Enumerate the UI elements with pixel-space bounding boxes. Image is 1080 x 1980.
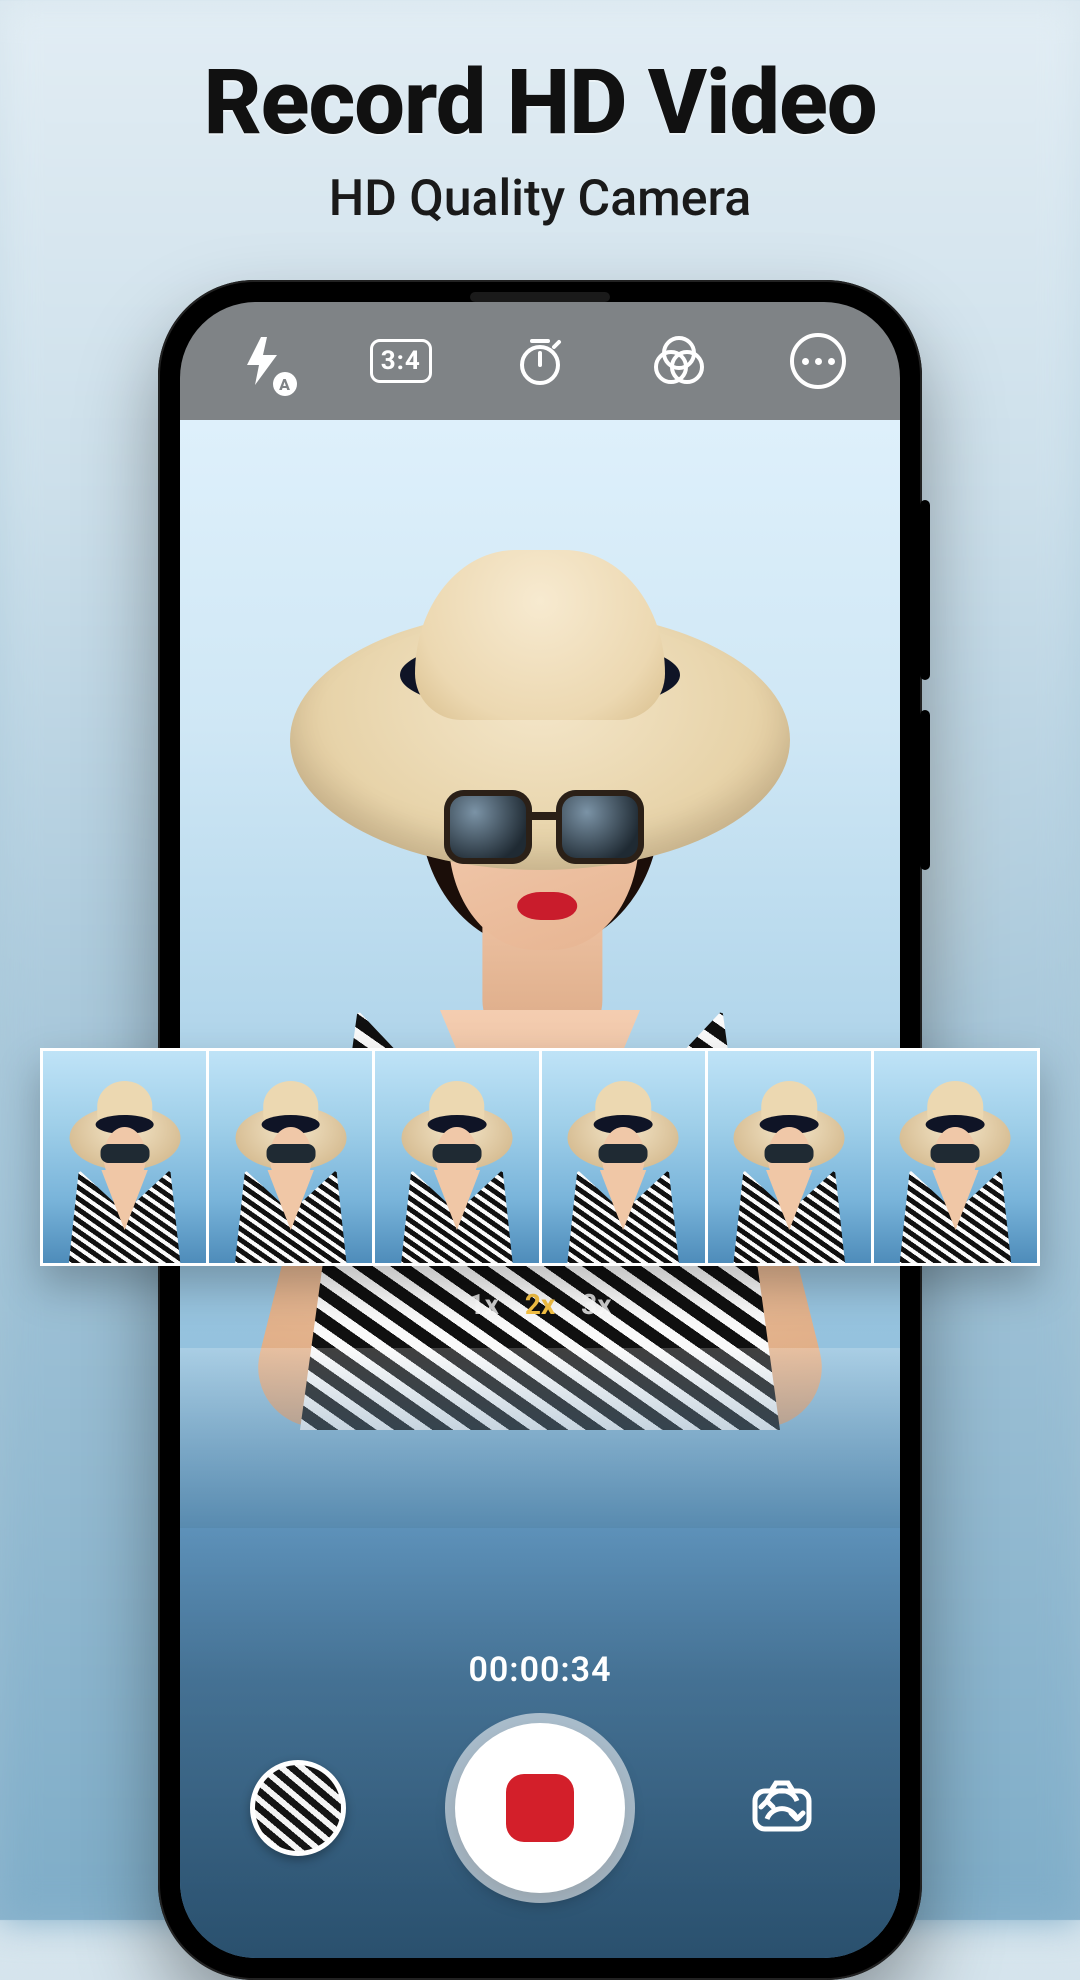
filmstrip-frame[interactable] [372, 1051, 538, 1263]
more-icon [790, 333, 846, 389]
aspect-ratio-label: 3:4 [370, 339, 432, 383]
gallery-thumbnail[interactable] [250, 1760, 346, 1856]
phone-speaker [470, 292, 610, 302]
record-button[interactable] [455, 1723, 625, 1893]
flash-auto-icon[interactable]: A [229, 328, 295, 394]
switch-camera-button[interactable] [734, 1760, 830, 1856]
zoom-option-3x[interactable]: 3x [581, 1288, 611, 1321]
timer-icon[interactable] [507, 328, 573, 394]
filter-icon[interactable] [646, 328, 712, 394]
zoom-selector[interactable]: 1x 2x 3x [469, 1288, 612, 1321]
camera-toolbar: A 3:4 [180, 302, 900, 420]
filmstrip-frame[interactable] [539, 1051, 705, 1263]
flash-mode-badge: A [273, 372, 297, 396]
filmstrip-frame[interactable] [43, 1051, 206, 1263]
zoom-option-2x[interactable]: 2x [525, 1288, 555, 1321]
recording-timecode: 00:00:34 [180, 1650, 900, 1690]
water-reflection [180, 1348, 900, 1528]
promo-subtitle: HD Quality Camera [0, 170, 1080, 228]
filmstrip-frame[interactable] [206, 1051, 372, 1263]
camera-controls [180, 1718, 900, 1898]
filmstrip-frame[interactable] [871, 1051, 1037, 1263]
bottom-panel: 00:00:34 [180, 1528, 900, 1958]
record-stop-icon [506, 1774, 574, 1842]
promo-title: Record HD Video [0, 56, 1080, 151]
filmstrip [40, 1048, 1040, 1266]
aspect-ratio-button[interactable]: 3:4 [368, 328, 434, 394]
zoom-option-1x[interactable]: 1x [469, 1288, 499, 1321]
more-button[interactable] [785, 328, 851, 394]
filmstrip-frame[interactable] [705, 1051, 871, 1263]
